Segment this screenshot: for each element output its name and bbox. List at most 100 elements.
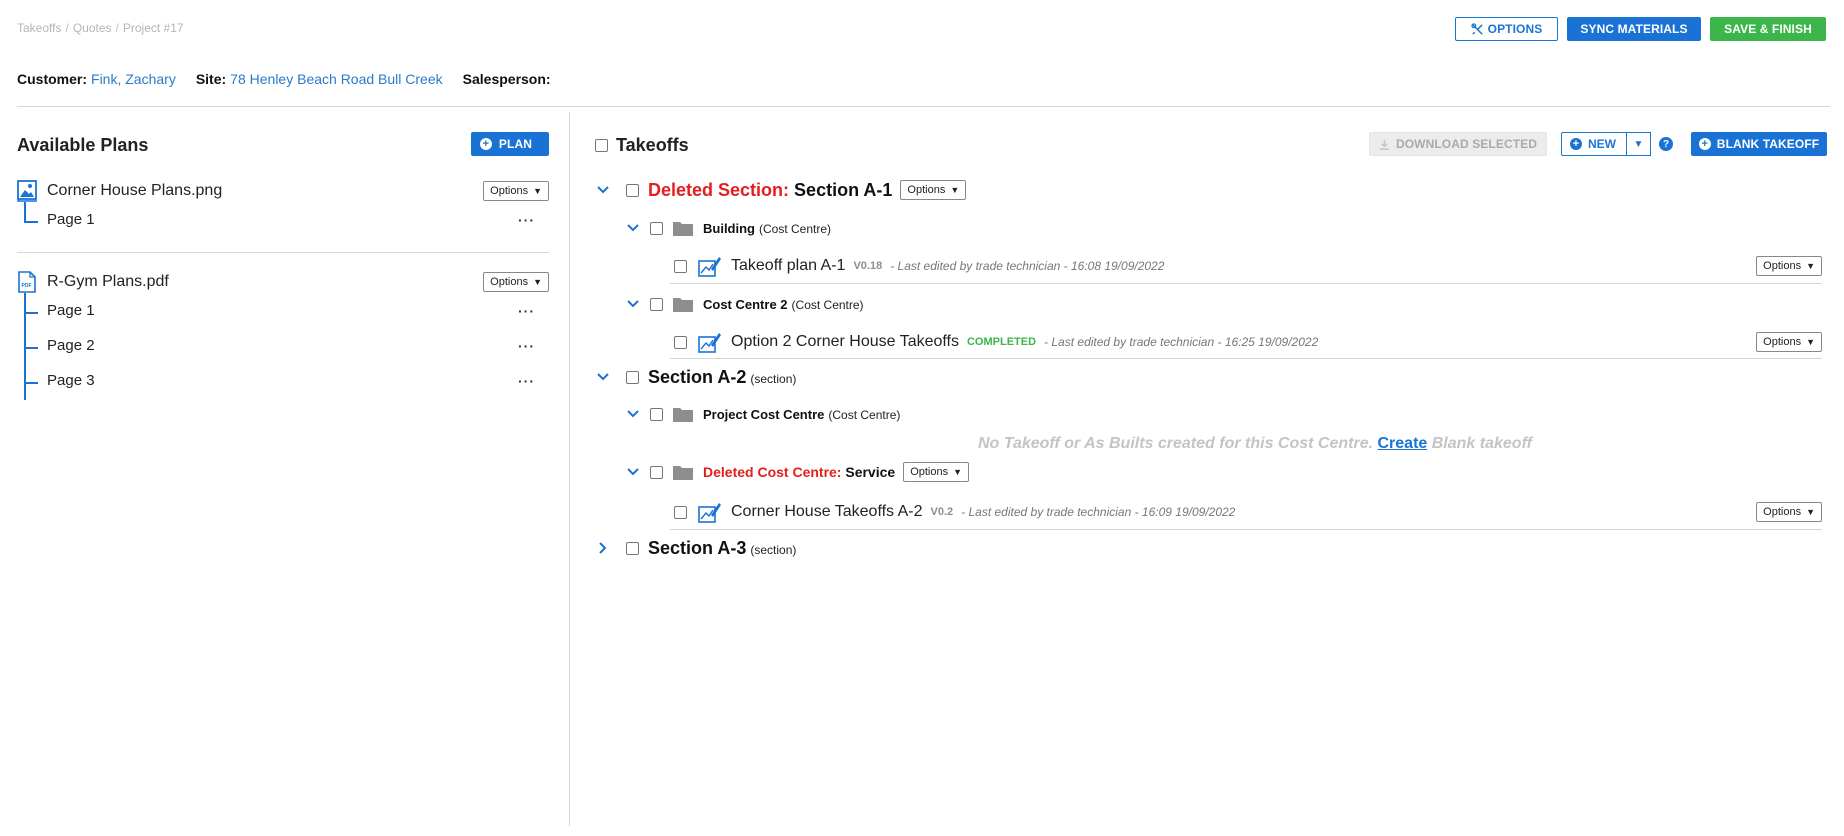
select-all-checkbox[interactable] [595, 139, 608, 152]
more-icon[interactable]: ··· [518, 338, 535, 354]
help-icon[interactable]: ? [1659, 137, 1673, 151]
folder-icon [673, 408, 693, 422]
options-button[interactable]: OPTIONS [1455, 17, 1558, 41]
plan-file-name[interactable]: Corner House Plans.png [47, 182, 222, 200]
top-actions: OPTIONS SYNC MATERIALS SAVE & FINISH [1455, 17, 1826, 41]
plus-icon: + [1698, 138, 1711, 150]
chevron-down-icon[interactable] [626, 465, 640, 479]
breadcrumb-separator: / [65, 21, 69, 35]
sync-materials-button[interactable]: SYNC MATERIALS [1567, 17, 1701, 41]
cost-centre-checkbox[interactable] [650, 221, 663, 235]
takeoff-name[interactable]: Corner House Takeoffs A-2 [731, 503, 923, 521]
empty-cost-centre-message: No Takeoff or As Builts created for this… [978, 435, 1532, 453]
caret-down-icon: ▼ [1806, 507, 1815, 517]
chevron-down-icon[interactable] [626, 221, 640, 235]
options-label: Options [907, 184, 946, 196]
new-dropdown-caret-icon[interactable]: ▼ [1627, 132, 1651, 156]
row-divider [670, 283, 1822, 284]
create-blank-takeoff-link[interactable]: Create [1377, 435, 1427, 452]
download-icon [1379, 139, 1390, 150]
section-checkbox[interactable] [626, 183, 639, 197]
breadcrumb-separator: / [115, 21, 119, 35]
deleted-cost-centre-tag: Deleted Cost Centre: [703, 464, 842, 480]
caret-down-icon: ▼ [533, 277, 542, 287]
section-checkbox[interactable] [626, 541, 639, 555]
plan-page-row[interactable]: Page 1 ··· [17, 202, 549, 237]
takeoff-checkbox[interactable] [674, 259, 687, 273]
more-icon[interactable]: ··· [518, 212, 535, 228]
row-divider [670, 358, 1822, 359]
customer-label: Customer: [17, 71, 88, 87]
site-link[interactable]: 78 Henley Beach Road Bull Creek [230, 71, 442, 87]
blank-takeoff-button[interactable]: + BLANK TAKEOFF [1691, 132, 1827, 156]
plan-page-row[interactable]: Page 1 ··· [17, 293, 549, 328]
takeoff-checkbox[interactable] [674, 505, 687, 519]
cost-centre-name: Cost Centre 2 [703, 296, 788, 312]
folder-icon [673, 222, 693, 236]
plan-options-button[interactable]: Options ▼ [483, 272, 549, 292]
plan-file: Corner House Plans.png Options ▼ Page 1 ·… [17, 180, 549, 237]
more-icon[interactable]: ··· [518, 373, 535, 389]
save-finish-button[interactable]: SAVE & FINISH [1710, 17, 1826, 41]
plan-page-row[interactable]: Page 2 ··· [17, 328, 549, 363]
plan-page-label: Page 1 [47, 302, 95, 319]
cost-centre-checkbox[interactable] [650, 297, 663, 311]
takeoff-edited-info: - Last edited by trade technician - 16:2… [1044, 335, 1319, 349]
project-info: Customer: Fink, Zachary Site: 78 Henley Be… [17, 71, 551, 87]
chevron-down-icon[interactable] [626, 297, 640, 311]
customer-link[interactable]: Fink, Zachary [91, 71, 176, 87]
section-checkbox[interactable] [626, 370, 639, 384]
cost-centre-row: Building (Cost Centre) [590, 218, 1827, 238]
takeoff-name[interactable]: Option 2 Corner House Takeoffs [731, 333, 959, 351]
salesperson-label: Salesperson: [462, 71, 551, 87]
takeoff-plan-icon [698, 257, 721, 277]
section-name: Section A-1 [794, 179, 893, 200]
caret-down-icon: ▼ [1806, 337, 1815, 347]
download-selected-button[interactable]: DOWNLOAD SELECTED [1369, 132, 1547, 156]
chevron-right-icon[interactable] [596, 541, 610, 555]
cost-centre-name: Service [845, 464, 896, 480]
svg-text:PDF: PDF [22, 283, 32, 289]
section-type: (section) [750, 371, 797, 386]
cost-centre-type: (Cost Centre) [791, 297, 864, 312]
plus-icon: + [479, 138, 492, 150]
section-row: Deleted Section: Section A-1 Options ▼ [590, 179, 1827, 201]
cost-centre-checkbox[interactable] [650, 407, 663, 421]
takeoff-options-button[interactable]: Options ▼ [1756, 332, 1822, 352]
options-label: Options [490, 276, 529, 288]
more-icon[interactable]: ··· [518, 303, 535, 319]
cost-centre-options-button[interactable]: Options ▼ [903, 462, 970, 482]
takeoff-name[interactable]: Takeoff plan A-1 [731, 257, 845, 275]
cost-centre-row: Project Cost Centre (Cost Centre) [590, 404, 1827, 424]
takeoff-status-badge: COMPLETED [966, 336, 1037, 348]
section-options-button[interactable]: Options ▼ [900, 180, 967, 200]
takeoff-options-button[interactable]: Options ▼ [1756, 502, 1822, 522]
takeoff-checkbox[interactable] [674, 335, 687, 349]
plan-page-row[interactable]: Page 3 ··· [17, 363, 549, 398]
new-takeoff-label: NEW [1588, 137, 1616, 151]
takeoff-options-button[interactable]: Options ▼ [1756, 256, 1822, 276]
download-selected-label: DOWNLOAD SELECTED [1395, 137, 1538, 151]
cost-centre-checkbox[interactable] [650, 465, 663, 479]
new-takeoff-button[interactable]: + NEW [1561, 132, 1627, 156]
breadcrumb-quotes[interactable]: Quotes [73, 21, 112, 35]
cost-centre-type: (Cost Centre) [759, 221, 832, 236]
add-plan-label: PLAN [498, 137, 532, 151]
plan-file-name[interactable]: R-Gym Plans.pdf [47, 273, 169, 291]
add-plan-button[interactable]: + PLAN [470, 132, 549, 156]
image-file-icon [17, 180, 37, 202]
tree-connector [24, 347, 38, 349]
breadcrumb-takeoffs[interactable]: Takeoffs [17, 21, 61, 35]
chevron-down-icon[interactable] [626, 407, 640, 421]
chevron-down-icon[interactable] [596, 370, 610, 384]
row-divider [670, 529, 1822, 530]
plan-page-label: Page 3 [47, 372, 95, 389]
plus-icon: + [1570, 138, 1582, 150]
plan-options-button[interactable]: Options ▼ [483, 181, 549, 201]
chevron-down-icon[interactable] [596, 183, 610, 197]
breadcrumb: Takeoffs / Quotes / Project #17 [17, 21, 184, 35]
section-name: Section A-3 [648, 537, 747, 558]
site-label: Site: [195, 71, 227, 87]
plan-page-label: Page 2 [47, 337, 95, 354]
cost-centre-name: Building [703, 220, 755, 236]
